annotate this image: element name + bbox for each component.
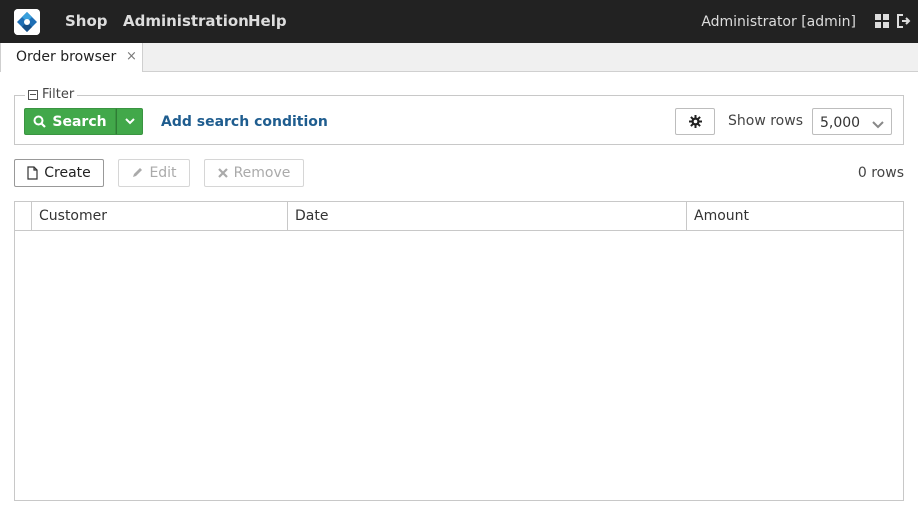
tab-label: Order browser (16, 49, 117, 65)
filter-settings-button[interactable] (675, 108, 715, 135)
remove-button[interactable]: Remove (204, 159, 304, 187)
current-user[interactable]: Administrator [admin] (701, 14, 856, 30)
menu-item-shop[interactable]: Shop (65, 12, 108, 30)
search-button-label: Search (52, 113, 107, 130)
top-menu-bar: Shop Administration Help Administrator [… (0, 0, 918, 43)
search-icon (33, 115, 47, 128)
chevron-down-icon (872, 117, 884, 133)
search-options-dropdown[interactable] (116, 108, 143, 135)
search-button[interactable]: Search (24, 108, 116, 135)
gear-icon (688, 115, 702, 128)
remove-button-label: Remove (233, 165, 291, 181)
show-rows-label: Show rows (728, 113, 803, 129)
menu-item-help[interactable]: Help (248, 12, 287, 30)
create-button[interactable]: Create (14, 159, 104, 187)
column-header-amount[interactable]: Amount (686, 202, 903, 230)
column-header-date[interactable]: Date (287, 202, 686, 230)
logout-icon[interactable] (897, 14, 911, 28)
table-body[interactable] (15, 231, 903, 500)
app-logo-icon[interactable] (14, 9, 40, 35)
filter-collapse-icon[interactable] (28, 89, 38, 100)
table-header: Customer Date Amount (15, 202, 903, 231)
show-rows-select[interactable]: 5,000 (812, 108, 892, 135)
column-header-customer[interactable]: Customer (31, 202, 287, 230)
close-icon (217, 168, 228, 178)
tab-strip: Order browser × (0, 43, 918, 72)
show-rows-value: 5,000 (820, 115, 861, 131)
add-search-condition-link[interactable]: Add search condition (161, 114, 328, 130)
close-icon[interactable]: × (126, 49, 137, 64)
filter-panel: Filter Search Add search condition Show … (14, 87, 904, 145)
filter-legend[interactable]: Filter (25, 87, 78, 102)
row-selector-column (15, 202, 32, 230)
edit-button-label: Edit (149, 165, 177, 181)
file-icon (27, 166, 38, 180)
edit-button[interactable]: Edit (118, 159, 190, 187)
pencil-icon (133, 168, 143, 177)
tab-order-browser[interactable]: Order browser × (0, 43, 143, 72)
menu-item-administration[interactable]: Administration (123, 12, 249, 30)
create-button-label: Create (44, 165, 91, 181)
grid-icon[interactable] (875, 14, 889, 28)
chevron-down-icon (124, 118, 135, 125)
filter-legend-label: Filter (42, 87, 75, 102)
rows-count: 0 rows (857, 165, 904, 181)
orders-table: Customer Date Amount (14, 201, 904, 501)
